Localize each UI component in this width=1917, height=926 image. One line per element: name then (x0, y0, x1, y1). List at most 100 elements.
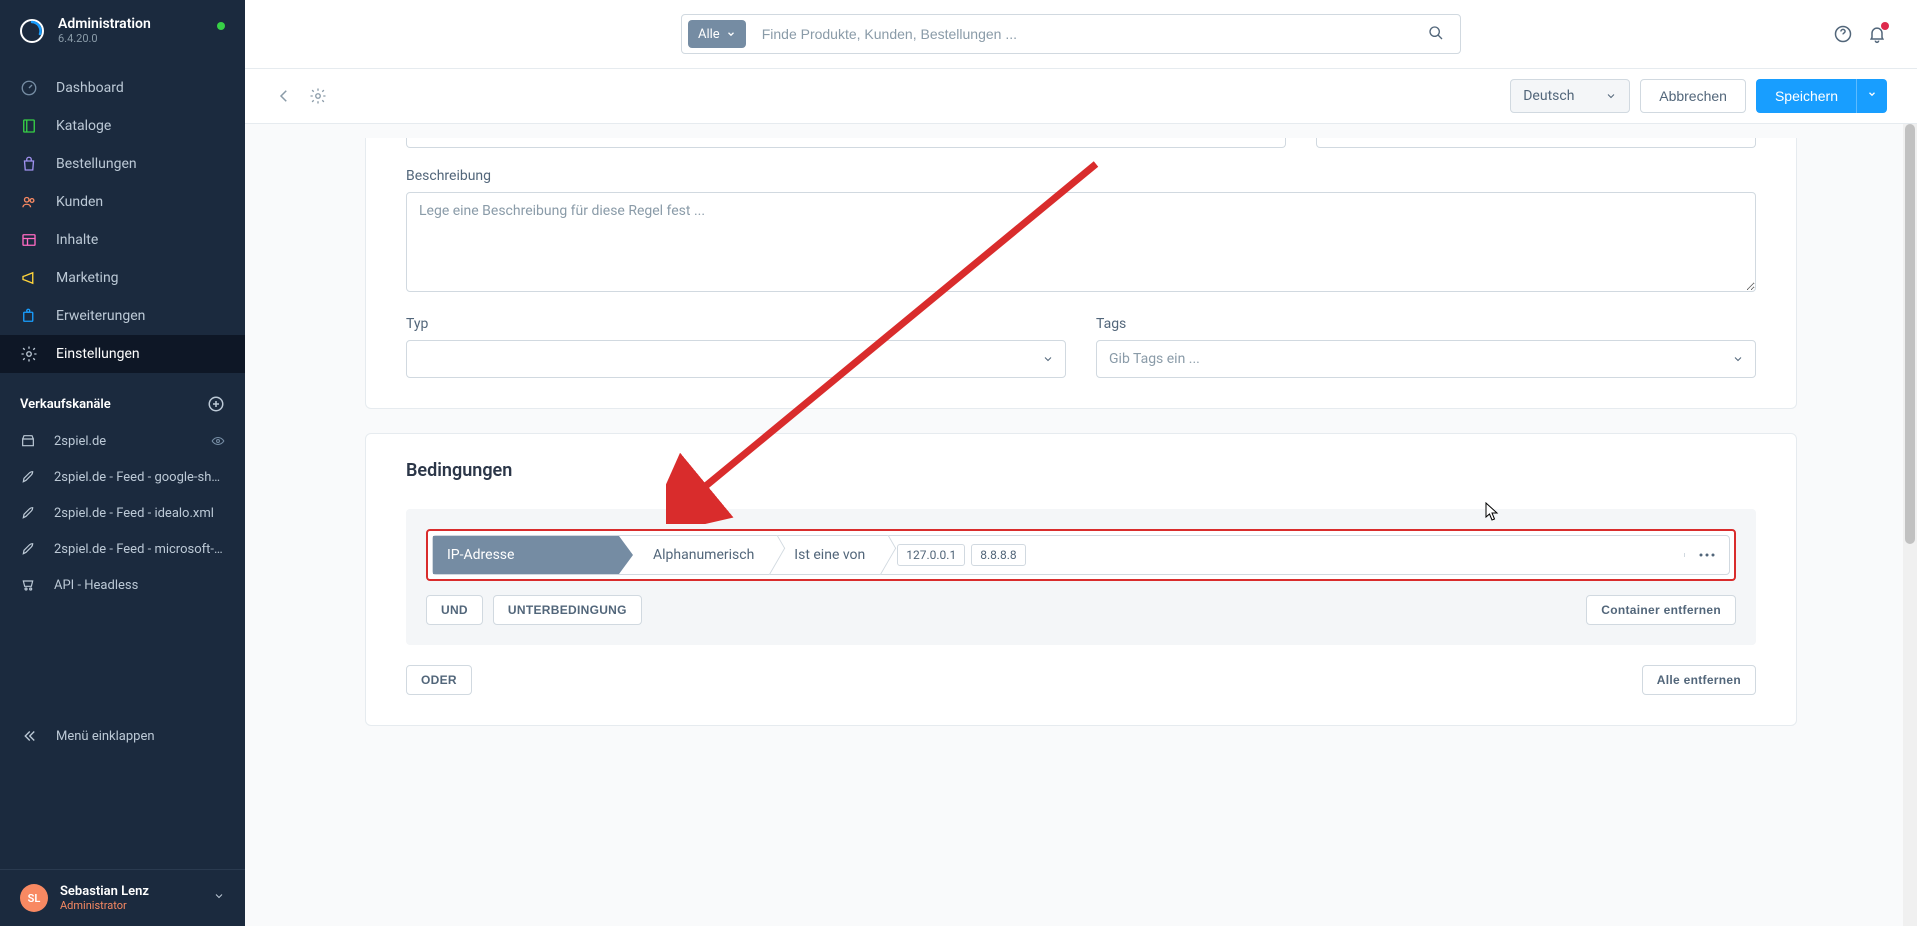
sidebar-item-dashboard[interactable]: Dashboard (0, 69, 245, 107)
nav-label: Kunden (56, 194, 103, 210)
main: Alle Deutsch Abbrechen Speichern (245, 0, 1917, 926)
search-input[interactable] (752, 26, 1412, 42)
rule-field-label: IP-Adresse (447, 547, 514, 563)
book-icon (20, 117, 38, 135)
sidebar-item-customers[interactable]: Kunden (0, 183, 245, 221)
sidebar-item-marketing[interactable]: Marketing (0, 259, 245, 297)
search-scope-label: Alle (698, 27, 720, 42)
sidebar-item-settings[interactable]: Einstellungen (0, 335, 245, 373)
search-button[interactable] (1412, 25, 1460, 44)
collapse-icon (20, 727, 38, 745)
gauge-icon (20, 79, 38, 97)
sales-channel-label: 2spiel.de - Feed - idealo.xml (54, 506, 225, 521)
language-label: Deutsch (1523, 88, 1574, 104)
collapse-menu[interactable]: Menü einklappen (0, 717, 245, 755)
condition-container: IP-Adresse Alphanumerisch Ist eine von 1… (406, 509, 1756, 645)
status-dot-icon (217, 22, 225, 30)
sales-channel-label: API - Headless (54, 578, 225, 593)
scrollbar[interactable] (1903, 124, 1917, 926)
conditions-title: Bedingungen (406, 434, 1756, 489)
avatar: SL (20, 884, 48, 912)
save-button[interactable]: Speichern (1756, 79, 1856, 113)
rule-format-selector[interactable]: Alphanumerisch (633, 536, 774, 574)
nav-label: Einstellungen (56, 346, 140, 362)
nav-label: Dashboard (56, 80, 124, 96)
or-button[interactable]: ODER (406, 665, 472, 695)
sales-channel-item[interactable]: 2spiel.de - Feed - idealo.xml (0, 495, 245, 531)
language-selector[interactable]: Deutsch (1510, 79, 1630, 113)
remove-all-button[interactable]: Alle entfernen (1642, 665, 1756, 695)
notifications-icon[interactable] (1867, 24, 1887, 44)
sidebar: Administration 6.4.20.0 Dashboard Katalo… (0, 0, 245, 926)
bag-icon (20, 155, 38, 173)
remove-container-button[interactable]: Container entfernen (1586, 595, 1736, 625)
nav-label: Marketing (56, 270, 119, 286)
and-button[interactable]: UND (426, 595, 483, 625)
sales-channel-item[interactable]: 2spiel.de - Feed - google-shoppi... (0, 459, 245, 495)
sales-header-label: Verkaufskanäle (20, 397, 111, 412)
rule-field-selector[interactable]: IP-Adresse (433, 536, 633, 574)
nav-section: Dashboard Kataloge Bestellungen Kunden I… (0, 61, 245, 381)
save-dropdown[interactable] (1856, 79, 1887, 113)
content: Beschreibung Typ Tags (245, 124, 1917, 926)
sales-channel-item[interactable]: API - Headless (0, 567, 245, 603)
description-textarea[interactable] (406, 192, 1756, 292)
rule-value-tag: 8.8.8.8 (971, 544, 1025, 566)
notification-badge (1881, 22, 1889, 30)
user-name: Sebastian Lenz (60, 884, 149, 899)
help-icon[interactable] (1833, 24, 1853, 44)
rule-context-menu[interactable] (1684, 553, 1729, 557)
rule-format-label: Alphanumerisch (653, 547, 754, 563)
tags-input[interactable] (1096, 340, 1756, 378)
app-logo-icon (20, 19, 44, 43)
rocket-icon (20, 505, 36, 521)
rule-operator-label: Ist eine von (794, 547, 865, 563)
sidebar-footer[interactable]: SL Sebastian Lenz Administrator (0, 869, 245, 926)
actionbar: Deutsch Abbrechen Speichern (245, 68, 1917, 124)
sidebar-item-orders[interactable]: Bestellungen (0, 145, 245, 183)
search-scope-selector[interactable]: Alle (688, 20, 746, 48)
cancel-button[interactable]: Abbrechen (1640, 79, 1746, 113)
cart-icon (20, 577, 36, 593)
users-icon (20, 193, 38, 211)
page-settings-icon[interactable] (309, 87, 327, 105)
conditions-card: Bedingungen IP-Adresse Alphanumerisch (365, 433, 1797, 726)
user-role: Administrator (60, 899, 149, 912)
nav-label: Erweiterungen (56, 308, 145, 324)
sidebar-item-extensions[interactable]: Erweiterungen (0, 297, 245, 335)
condition-rule-row: IP-Adresse Alphanumerisch Ist eine von 1… (426, 529, 1736, 581)
store-icon (20, 433, 36, 449)
type-label: Typ (406, 316, 1066, 332)
chevron-down-icon (213, 890, 225, 906)
nav-label: Inhalte (56, 232, 98, 248)
app-title: Administration (58, 16, 151, 32)
sidebar-item-catalogs[interactable]: Kataloge (0, 107, 245, 145)
rule-values[interactable]: 127.0.0.1 8.8.8.8 (885, 544, 1684, 566)
app-version: 6.4.20.0 (58, 32, 151, 45)
sales-channel-label: 2spiel.de - Feed - microsoft-ads.... (54, 542, 225, 557)
rule-form-card: Beschreibung Typ Tags (365, 138, 1797, 409)
sales-channel-item[interactable]: 2spiel.de - Feed - microsoft-ads.... (0, 531, 245, 567)
gear-icon (20, 345, 38, 363)
sales-channels-header: Verkaufskanäle (0, 381, 245, 423)
sales-channel-label: 2spiel.de (54, 434, 203, 449)
nav-label: Bestellungen (56, 156, 137, 172)
back-button[interactable] (275, 87, 293, 105)
layout-icon (20, 231, 38, 249)
sales-channel-label: 2spiel.de - Feed - google-shoppi... (54, 470, 225, 485)
subcondition-button[interactable]: UNTERBEDINGUNG (493, 595, 642, 625)
scrollbar-thumb[interactable] (1905, 124, 1915, 544)
rocket-icon (20, 469, 36, 485)
collapse-label: Menü einklappen (56, 729, 155, 744)
megaphone-icon (20, 269, 38, 287)
rule-value-tag: 127.0.0.1 (897, 544, 965, 566)
sidebar-item-content[interactable]: Inhalte (0, 221, 245, 259)
sales-channel-item[interactable]: 2spiel.de (0, 423, 245, 459)
global-search: Alle (681, 14, 1461, 54)
nav-label: Kataloge (56, 118, 111, 134)
rule-operator-selector[interactable]: Ist eine von (774, 536, 885, 574)
eye-icon (211, 434, 225, 448)
type-select[interactable] (406, 340, 1066, 378)
rocket-icon (20, 541, 36, 557)
add-sales-channel-icon[interactable] (207, 395, 225, 413)
